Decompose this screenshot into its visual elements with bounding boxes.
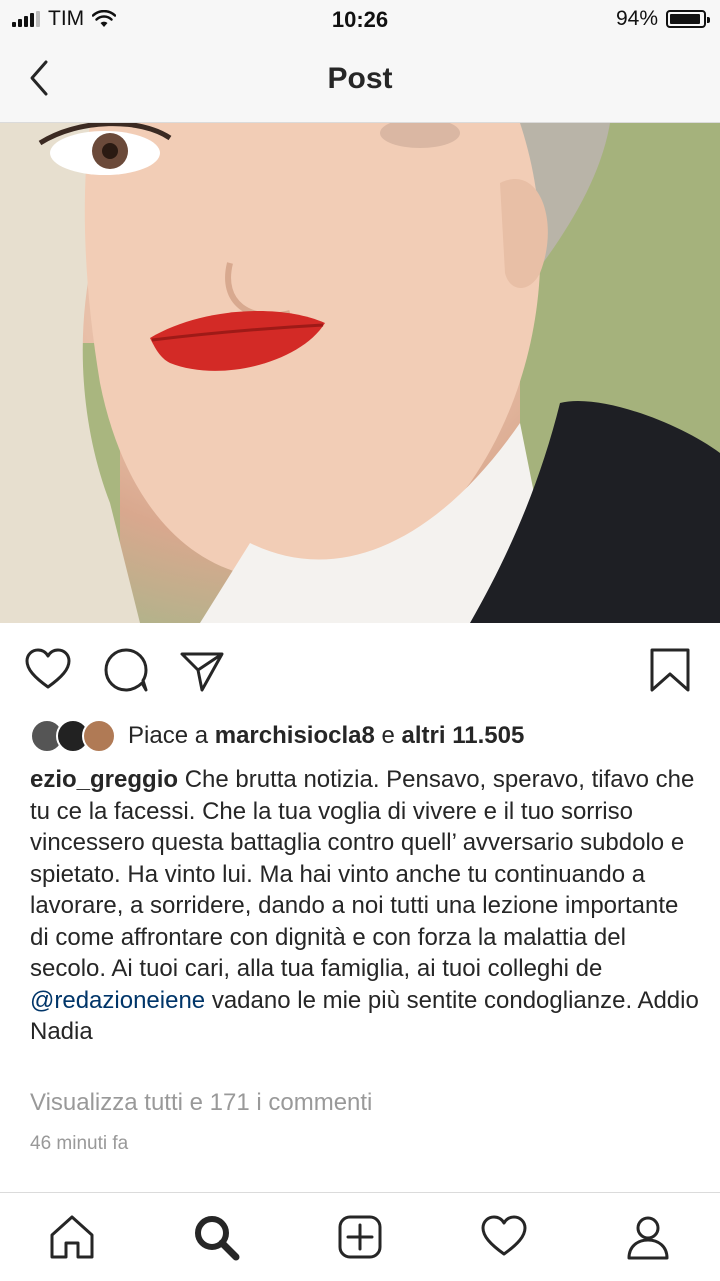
likes-connector: e xyxy=(381,722,395,749)
add-icon[interactable] xyxy=(336,1213,384,1261)
search-icon[interactable] xyxy=(192,1213,240,1261)
post-actions xyxy=(0,640,720,700)
battery-percent: 94% xyxy=(615,7,658,30)
share-icon[interactable] xyxy=(178,646,226,694)
caption-mention[interactable]: @redazioneiene xyxy=(30,987,205,1014)
caption-username[interactable]: ezio_greggio xyxy=(30,766,178,793)
battery-icon xyxy=(666,10,710,28)
likes-prefix: Piace a xyxy=(128,722,209,749)
heart-icon[interactable] xyxy=(24,646,72,694)
likes-others-link[interactable]: altri 11.505 xyxy=(402,722,525,750)
status-right: 94% xyxy=(615,7,710,31)
bookmark-icon[interactable] xyxy=(646,646,694,694)
activity-icon[interactable] xyxy=(480,1213,528,1261)
post-caption: ezio_greggio Che brutta notizia. Pensavo… xyxy=(30,764,700,1048)
avatar xyxy=(82,719,116,753)
status-time: 10:26 xyxy=(331,7,389,32)
caption-text: Che brutta notizia. Pensavo, speravo, ti… xyxy=(30,766,695,982)
profile-icon[interactable] xyxy=(624,1213,672,1261)
post-photo[interactable] xyxy=(0,123,720,623)
comment-icon[interactable] xyxy=(102,646,150,694)
tab-bar xyxy=(0,1192,720,1281)
likes-row[interactable]: Piace a marchisiocla8 e altri 11.505 xyxy=(30,716,524,756)
status-bar: TIM 10:26 94% xyxy=(0,0,720,40)
post-timestamp: 46 minuti fa xyxy=(30,1133,129,1154)
page-title: Post xyxy=(327,62,393,95)
nav-bar: Post xyxy=(0,40,720,123)
liker-avatars xyxy=(30,719,116,753)
likes-user-link[interactable]: marchisiocla8 xyxy=(215,722,375,750)
photo-illustration xyxy=(0,123,720,623)
view-comments-link[interactable]: Visualizza tutti e 171 i commenti xyxy=(30,1089,372,1117)
home-icon[interactable] xyxy=(48,1213,96,1261)
